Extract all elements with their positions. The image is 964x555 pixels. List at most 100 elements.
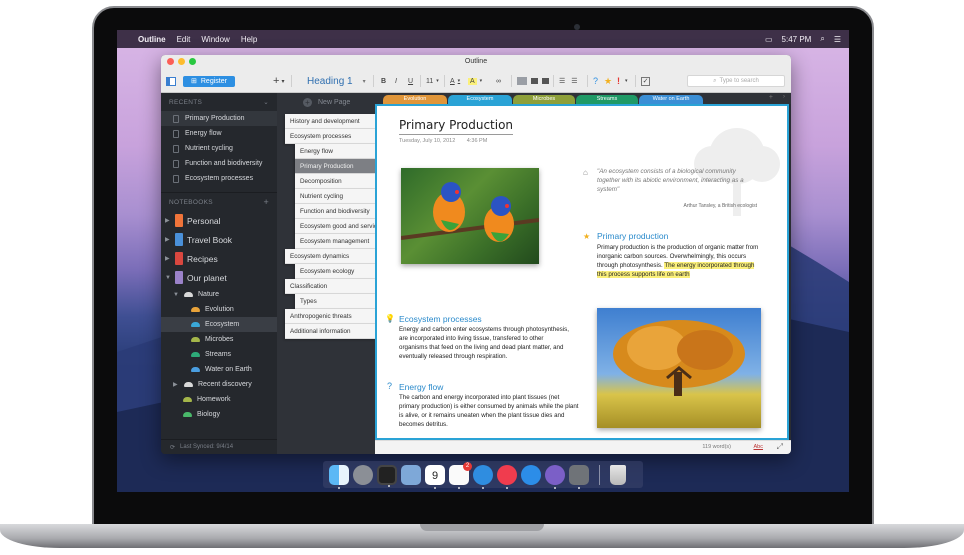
tag-important-button[interactable]: !	[617, 73, 620, 89]
dock-safari-icon[interactable]	[473, 464, 493, 489]
add-notebook-icon[interactable]: +	[263, 197, 269, 207]
expand-icon[interactable]: ▶	[165, 236, 171, 243]
dock-preview-icon[interactable]	[401, 464, 421, 485]
font-color-button[interactable]: A ▾	[450, 73, 460, 89]
tab-streams[interactable]: Streams	[576, 95, 638, 104]
link-button[interactable]: ∞	[496, 73, 501, 89]
zoom-button[interactable]	[189, 58, 196, 65]
recent-item[interactable]: Function and biodiversity	[161, 156, 277, 171]
add-section-icon[interactable]: +	[769, 94, 773, 101]
page-item[interactable]: Additional information	[285, 324, 375, 339]
autumn-tree-photo[interactable]	[597, 308, 761, 428]
tab-ecosystem[interactable]: Ecosystem	[448, 95, 512, 104]
page-item[interactable]: Ecosystem management	[295, 234, 375, 249]
new-page-button[interactable]: + New Page	[277, 93, 375, 111]
dock-reminders-icon[interactable]: 2	[449, 461, 472, 489]
page-item[interactable]: Types	[295, 294, 375, 309]
section-microbes[interactable]: Microbes	[161, 332, 277, 347]
battery-icon[interactable]: ▭	[765, 35, 773, 44]
font-size-select[interactable]: 11 ▾	[426, 73, 439, 89]
page-item[interactable]: Ecosystem ecology	[295, 264, 375, 279]
page-item[interactable]: Decomposition	[295, 174, 375, 189]
dock-system-preferences-icon[interactable]	[569, 464, 589, 489]
menu-help[interactable]: Help	[241, 35, 257, 44]
scroll-tabs-right-icon[interactable]: ›	[783, 94, 785, 100]
recents-header[interactable]: RECENTS ⌄	[161, 93, 277, 111]
tag-question-button[interactable]: ?	[593, 73, 598, 89]
recent-item[interactable]: Ecosystem processes	[161, 171, 277, 186]
align-left-button[interactable]	[517, 77, 527, 85]
notebook-personal[interactable]: ▶ Personal	[161, 211, 277, 230]
page-item[interactable]: Ecosystem processes	[285, 129, 375, 144]
numbered-list-button[interactable]: ☰	[571, 77, 577, 85]
sync-status[interactable]: ⟳ Last Synced: 9/4/14	[161, 439, 277, 454]
register-button[interactable]: ⊞ Register	[183, 75, 235, 87]
spotlight-search-icon[interactable]: ⌕	[820, 34, 824, 44]
dock-mission-control-icon[interactable]	[377, 464, 397, 487]
tab-water-on-earth[interactable]: Water on Earth	[639, 95, 703, 104]
expand-icon[interactable]: ▶	[165, 217, 171, 224]
section-water-on-earth[interactable]: Water on Earth	[161, 362, 277, 377]
dock-trash-icon[interactable]	[610, 464, 626, 485]
clock[interactable]: 5:47 PM	[782, 35, 812, 44]
bold-button[interactable]: B	[381, 73, 386, 89]
section-homework[interactable]: Homework	[161, 392, 277, 407]
notebook-our-planet[interactable]: ▼ Our planet	[161, 268, 277, 287]
section-evolution[interactable]: Evolution	[161, 302, 277, 317]
page-item[interactable]: Primary Production	[295, 159, 375, 174]
section-group-nature[interactable]: ▼ Nature	[161, 287, 277, 302]
collapse-icon[interactable]: ▼	[165, 275, 171, 281]
checkbox-button[interactable]: ✓	[641, 73, 650, 89]
section-streams[interactable]: Streams	[161, 347, 277, 362]
recent-item[interactable]: Energy flow	[161, 126, 277, 141]
add-button[interactable]: + ▾	[273, 73, 284, 89]
italic-button[interactable]: I	[395, 73, 397, 89]
collapse-icon[interactable]: ▼	[173, 292, 179, 298]
page-item[interactable]: Classification	[285, 279, 375, 294]
bullet-list-button[interactable]: ☰	[559, 77, 565, 85]
menu-edit[interactable]: Edit	[177, 35, 191, 44]
search-input[interactable]: ⌕ Type to search	[687, 75, 785, 87]
dock-app-store-icon[interactable]	[521, 464, 541, 485]
notification-center-icon[interactable]: ☰	[834, 35, 841, 44]
page-item[interactable]: History and development	[285, 114, 375, 129]
align-right-button[interactable]	[542, 78, 549, 84]
dock-outline-icon[interactable]	[545, 464, 565, 489]
section-biology[interactable]: Biology	[161, 407, 277, 422]
dock-itunes-icon[interactable]	[497, 464, 517, 489]
toggle-sidebar-button[interactable]	[166, 73, 176, 89]
tag-dropdown-icon[interactable]: ▾	[625, 73, 628, 89]
expand-icon[interactable]: ▶	[165, 255, 171, 262]
notebook-recipes[interactable]: ▶ Recipes	[161, 249, 277, 268]
page-item[interactable]: Energy flow	[295, 144, 375, 159]
page-item[interactable]: Ecosystem good and services	[295, 219, 375, 234]
align-center-button[interactable]	[531, 78, 538, 84]
page-item[interactable]: Nutrient cycling	[295, 189, 375, 204]
minimize-button[interactable]	[178, 58, 185, 65]
recent-item[interactable]: Nutrient cycling	[161, 141, 277, 156]
tab-microbes[interactable]: Microbes	[513, 95, 575, 104]
spell-check-button[interactable]: Abc	[754, 444, 763, 450]
page-item[interactable]: Ecosystem dynamics	[285, 249, 375, 264]
section-group-recent-discovery[interactable]: ▶ Recent discovery	[161, 377, 277, 392]
notebook-travel-book[interactable]: ▶ Travel Book	[161, 230, 277, 249]
page-item[interactable]: Function and biodiversity	[295, 204, 375, 219]
note-canvas[interactable]: Primary Production Tuesday, July 10, 201…	[375, 104, 789, 440]
chevron-down-icon[interactable]: ⌄	[263, 98, 269, 106]
recent-item[interactable]: Primary Production	[161, 111, 277, 126]
tag-star-button[interactable]: ★	[604, 73, 612, 89]
menu-window[interactable]: Window	[201, 35, 229, 44]
page-item[interactable]: Anthropogenic threats	[285, 309, 375, 324]
tab-evolution[interactable]: Evolution	[383, 95, 447, 104]
paragraph-style-select[interactable]: Heading 1 ▾	[307, 73, 366, 89]
dock-finder-icon[interactable]	[329, 464, 349, 489]
note-title[interactable]: Primary Production	[399, 118, 514, 135]
lorikeets-photo[interactable]	[401, 168, 539, 264]
dock-calendar-icon[interactable]: 9	[425, 464, 445, 489]
expand-icon[interactable]: ▶	[173, 381, 179, 388]
fullscreen-icon[interactable]: ⤢	[777, 442, 783, 452]
close-button[interactable]	[167, 58, 174, 65]
menu-app-name[interactable]: Outline	[138, 35, 166, 44]
section-ecosystem[interactable]: Ecosystem	[161, 317, 277, 332]
dock-launchpad-icon[interactable]	[353, 464, 373, 485]
